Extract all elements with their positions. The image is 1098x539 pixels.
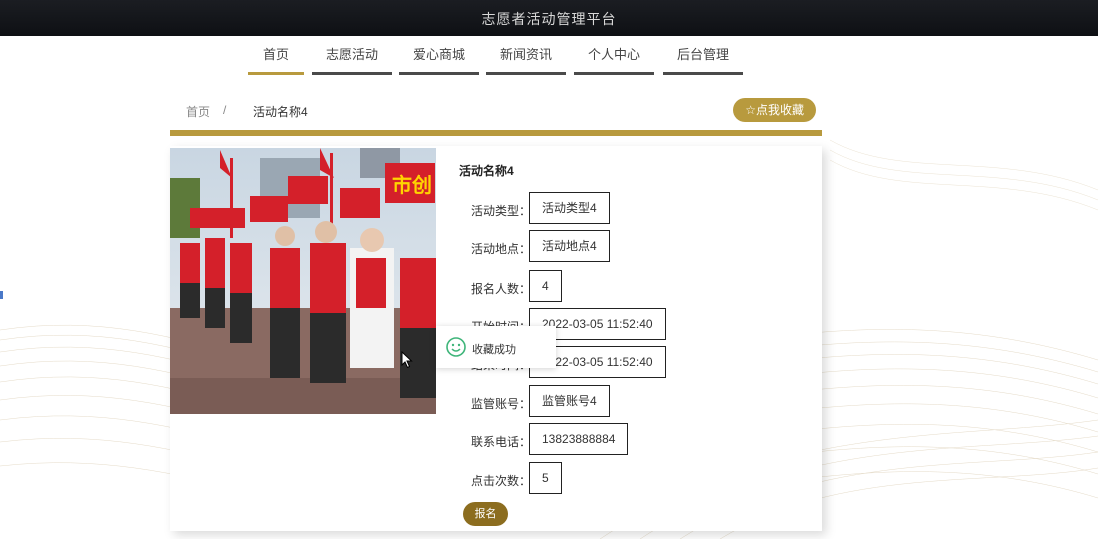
field-value: 活动地点4 xyxy=(529,230,610,262)
signup-button[interactable]: 报名 xyxy=(463,502,508,526)
nav-admin[interactable]: 后台管理 xyxy=(663,44,743,75)
breadcrumb-current: 活动名称4 xyxy=(253,105,308,119)
nav-news[interactable]: 新闻资讯 xyxy=(486,44,566,75)
svg-text:市创: 市创 xyxy=(392,173,432,197)
field-value: 5 xyxy=(529,462,562,494)
star-outline-icon: ☆ xyxy=(745,103,756,117)
field-value: 监管账号4 xyxy=(529,385,610,417)
breadcrumb-separator: / xyxy=(223,103,227,117)
toast-message: 收藏成功 xyxy=(436,326,556,368)
nav-personal-center[interactable]: 个人中心 xyxy=(574,44,654,75)
success-smile-icon xyxy=(446,337,466,357)
activity-photo: 市创 xyxy=(170,148,436,414)
field-label: 活动地点： xyxy=(471,242,532,256)
site-title: 志愿者活动管理平台 xyxy=(481,11,617,27)
field-label: 点击次数： xyxy=(471,474,532,488)
field-label: 报名人数： xyxy=(471,282,532,296)
nav-home[interactable]: 首页 xyxy=(248,44,304,75)
field-label: 监管账号： xyxy=(471,397,532,411)
mouse-cursor-icon xyxy=(401,351,413,369)
edge-marker xyxy=(0,291,3,299)
activity-title: 活动名称4 xyxy=(459,164,514,178)
top-bar: 志愿者活动管理平台 xyxy=(0,0,1098,36)
field-value: 13823888884 xyxy=(529,423,629,455)
field-label: 联系电话： xyxy=(471,435,532,449)
nav-charity-mall[interactable]: 爱心商城 xyxy=(399,44,479,75)
field-value: 4 xyxy=(529,270,562,302)
field-value: 活动类型4 xyxy=(529,192,610,224)
breadcrumb-home[interactable]: 首页 xyxy=(186,103,210,120)
breadcrumb: 首页 / 活动名称4 ☆点我收藏 xyxy=(170,96,822,136)
field-label: 活动类型： xyxy=(471,204,532,218)
collect-button-label: 点我收藏 xyxy=(755,103,804,117)
toast-text: 收藏成功 xyxy=(472,344,516,356)
nav-volunteer-activities[interactable]: 志愿活动 xyxy=(312,44,392,75)
collect-button[interactable]: ☆点我收藏 xyxy=(733,98,816,122)
